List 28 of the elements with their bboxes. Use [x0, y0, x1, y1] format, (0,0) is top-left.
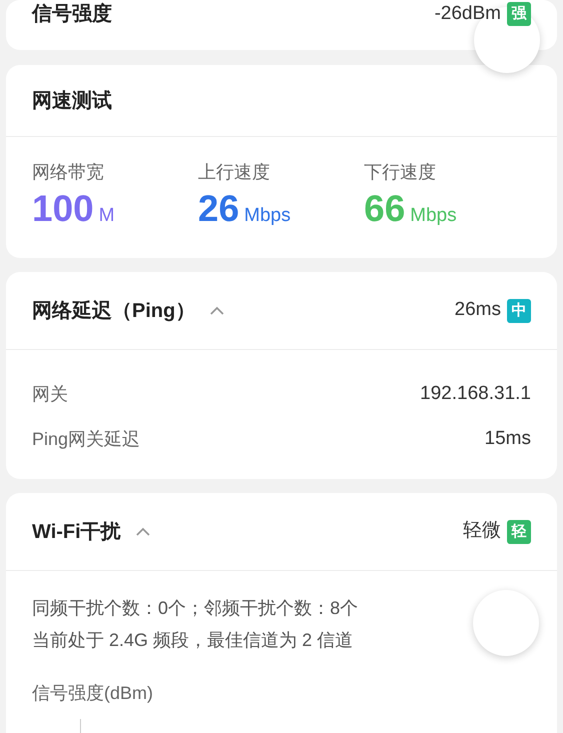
stat-unit: Mbps: [410, 204, 457, 228]
stat-label: 上行速度: [198, 161, 271, 184]
stat-label: 下行速度: [364, 161, 437, 184]
section-title: Wi-Fi干扰: [32, 520, 121, 544]
row-value: 192.168.31.1: [420, 382, 531, 406]
stat-value: 100: [32, 190, 94, 227]
stat-value: 26: [198, 190, 240, 227]
row-value: 15ms: [484, 427, 531, 452]
section-value: 轻微: [463, 519, 501, 544]
signal-value: -26dBm: [434, 2, 501, 26]
info-text: 当前处于 2.4G 频段，最佳信道为 2 信道: [32, 629, 354, 652]
level-badge: 强: [507, 2, 531, 26]
card-title: 网速测试: [32, 88, 112, 114]
row-label: Ping网关延迟: [32, 428, 140, 451]
stat-label: 网络带宽: [32, 161, 105, 184]
chevron-up-icon[interactable]: [134, 526, 151, 536]
chart-label: 信号强度(dBm): [32, 682, 154, 705]
info-text: 同频干扰个数：0个；邻频干扰个数：8个: [32, 597, 360, 620]
chevron-up-icon[interactable]: [209, 306, 226, 316]
row-label: 网关: [32, 383, 68, 406]
level-badge: 轻: [507, 520, 531, 544]
level-badge: 中: [507, 298, 531, 322]
stat-unit: M: [98, 204, 115, 228]
stat-unit: Mbps: [244, 204, 291, 228]
section-value: 26ms: [454, 298, 501, 322]
section-title: 网络延迟（Ping）: [32, 298, 196, 324]
signal-label: 信号强度: [32, 2, 112, 27]
stat-value: 66: [364, 190, 406, 227]
